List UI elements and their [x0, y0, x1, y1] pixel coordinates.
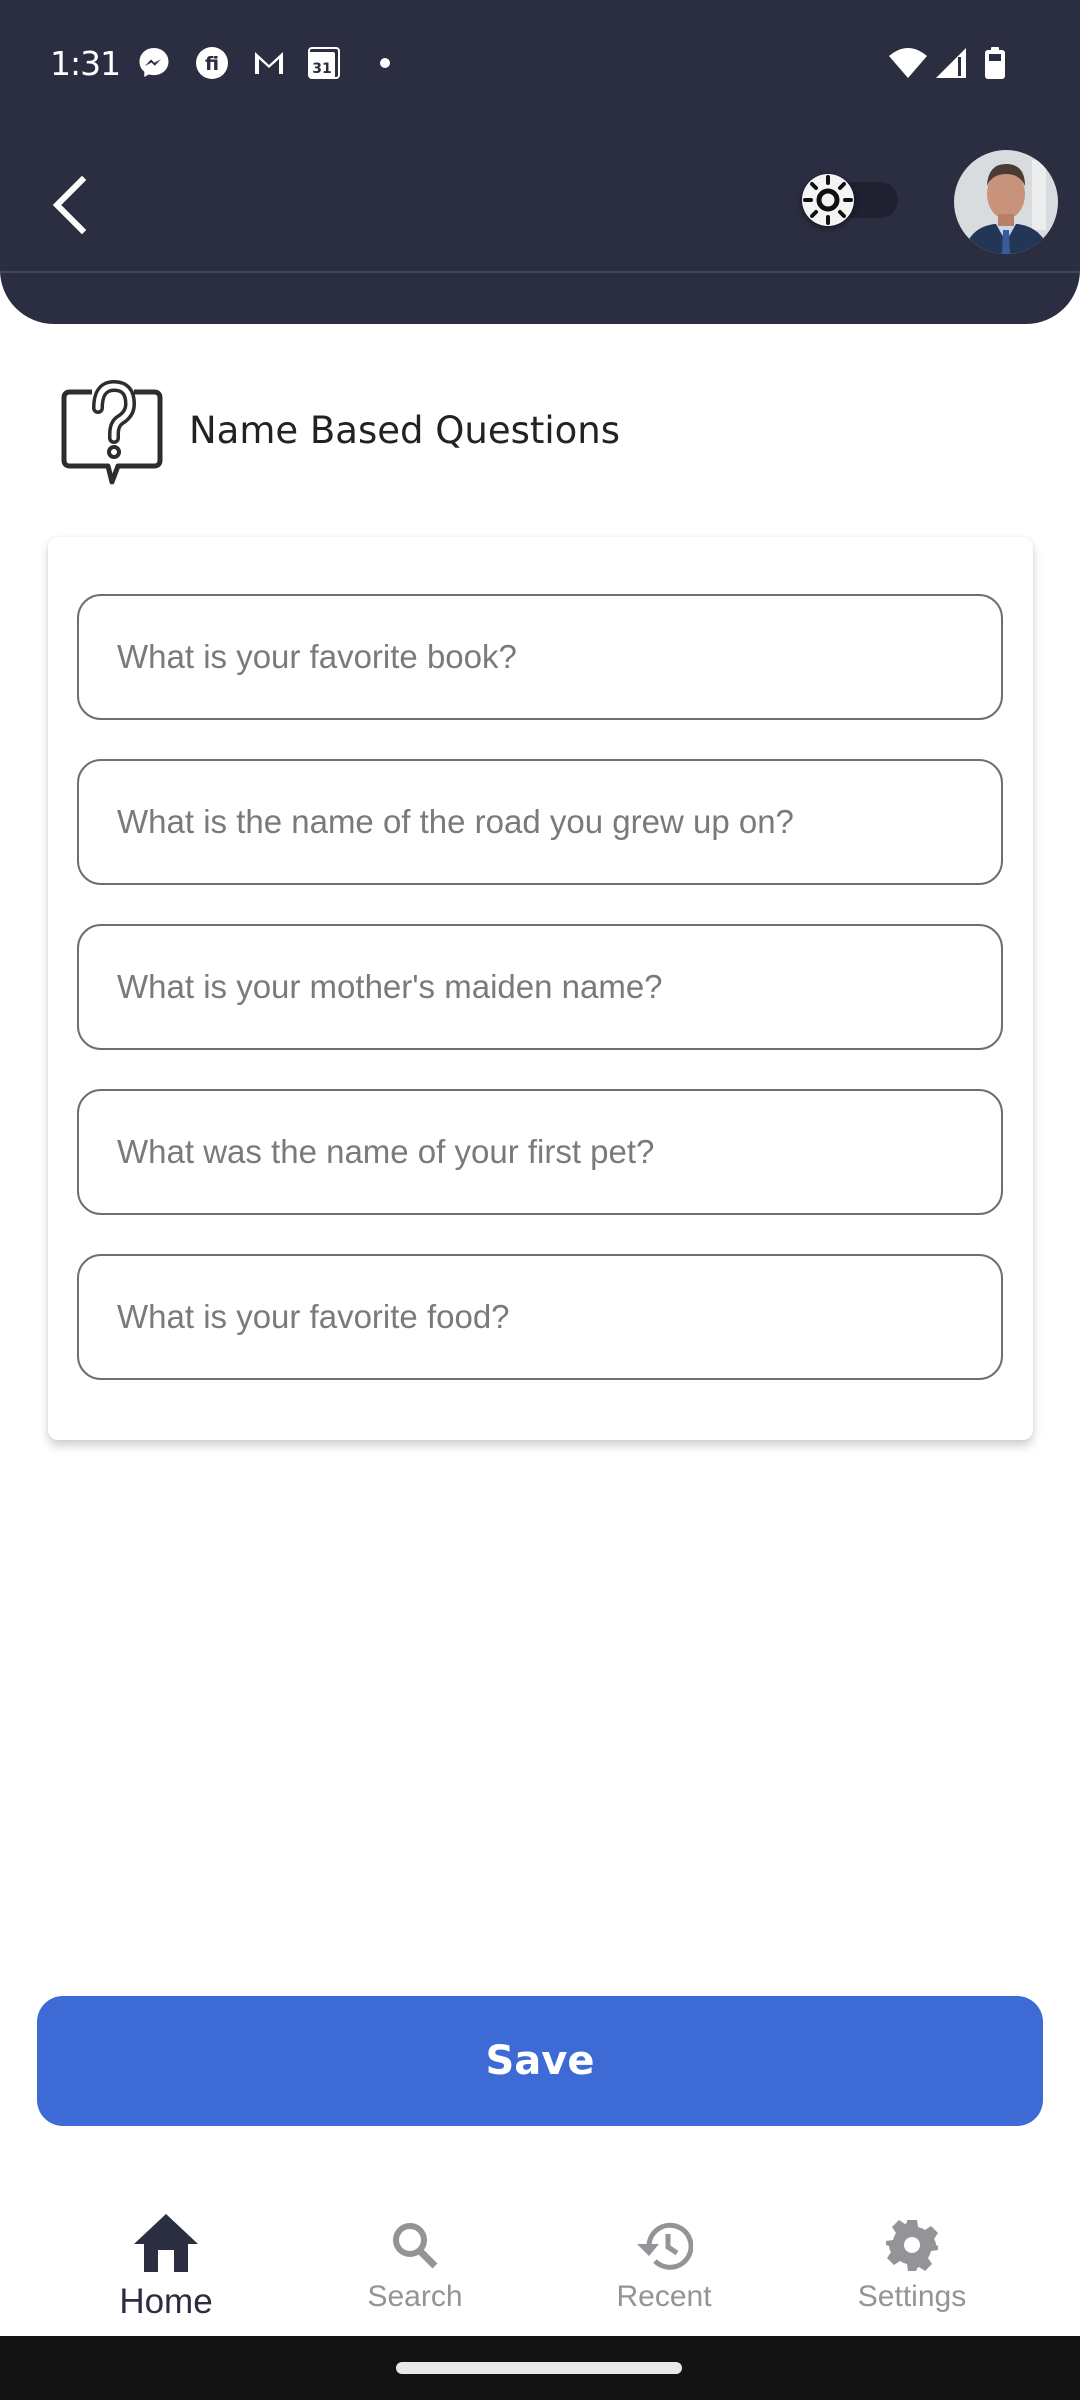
sun-icon [803, 175, 853, 225]
calendar-icon: 31 [308, 47, 340, 79]
nav-label-search: Search [367, 2280, 463, 2313]
history-icon [637, 2222, 693, 2270]
theme-toggle[interactable] [802, 172, 902, 228]
section-title: Name Based Questions [189, 408, 621, 452]
nav-label-home: Home [119, 2282, 213, 2321]
status-time: 1:31 [50, 44, 121, 83]
user-profile-photo [954, 150, 1058, 254]
svg-text:31: 31 [312, 61, 331, 77]
nav-item-home[interactable]: Home [41, 2180, 291, 2336]
status-bar: 1:31 fi 31 [0, 0, 1080, 130]
more-notifications-dot [380, 58, 390, 68]
gmail-icon [255, 52, 283, 74]
question-speech-bubble-icon [61, 379, 163, 485]
svg-text:fi: fi [205, 53, 219, 75]
save-button[interactable]: Save [37, 1996, 1043, 2126]
bottom-navigation: Home Search Recent Settings [0, 2180, 1080, 2336]
search-icon [393, 2223, 438, 2269]
nav-label-settings: Settings [857, 2280, 967, 2313]
wifi-icon [889, 48, 927, 78]
cellular-signal-icon [936, 48, 966, 78]
header-divider [0, 271, 1080, 273]
battery-icon [985, 47, 1005, 79]
nav-label-recent: Recent [616, 2280, 712, 2313]
nav-item-settings[interactable]: Settings [787, 2180, 1037, 2336]
back-button[interactable] [40, 160, 100, 240]
messenger-icon [139, 48, 169, 77]
nav-item-recent[interactable]: Recent [539, 2180, 789, 2336]
fi-app-icon: fi [196, 47, 228, 79]
nav-item-search[interactable]: Search [290, 2180, 540, 2336]
question-input-favorite-food[interactable] [77, 1254, 1003, 1380]
home-icon [134, 2214, 198, 2272]
toggle-thumb [802, 174, 854, 226]
section-header: Name Based Questions [60, 372, 620, 488]
avatar[interactable] [954, 150, 1058, 254]
questions-card [48, 537, 1033, 1440]
gear-icon [886, 2220, 938, 2271]
question-input-mother-maiden-name[interactable] [77, 924, 1003, 1050]
system-navigation-bar [0, 2336, 1080, 2400]
home-gesture-handle[interactable] [396, 2362, 682, 2374]
question-input-favorite-book[interactable] [77, 594, 1003, 720]
app-header: 1:31 fi 31 [0, 0, 1080, 324]
chevron-left-icon [52, 175, 87, 235]
question-input-road-grew-up[interactable] [77, 759, 1003, 885]
question-input-first-pet[interactable] [77, 1089, 1003, 1215]
